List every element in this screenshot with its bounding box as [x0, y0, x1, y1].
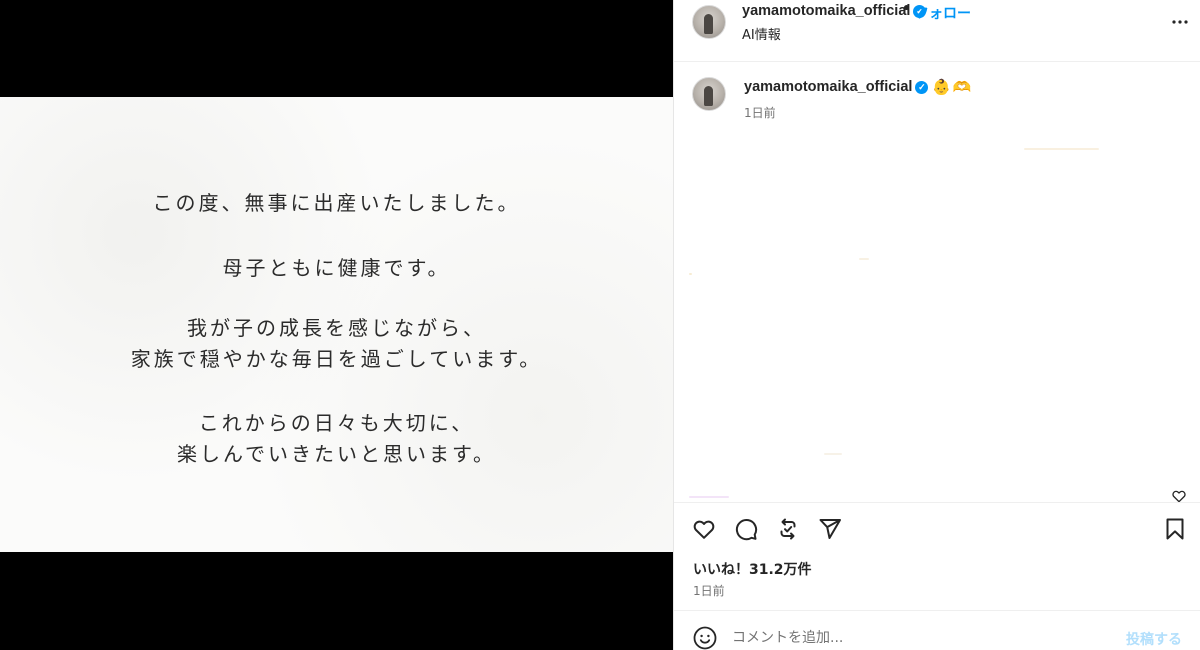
follow-button[interactable]: フォロー	[915, 3, 971, 23]
ai-info-label[interactable]: AI情報	[742, 24, 781, 43]
faint-artifact	[689, 273, 692, 275]
message-line-5: これからの日々も大切に、	[198, 411, 475, 435]
message-line-1: この度、無事に出産いたしました。	[152, 191, 521, 215]
repost-icon[interactable]	[776, 517, 800, 541]
faint-artifact	[1024, 148, 1099, 150]
send-icon[interactable]	[818, 517, 842, 541]
caption-username[interactable]: yamamotomaika_official	[744, 79, 912, 95]
post-side-panel: yamamotomaika_official ✓ • フォロー AI情報 yama…	[673, 0, 1200, 650]
letterbox-top	[0, 0, 673, 97]
post-header: yamamotomaika_official ✓ • フォロー AI情報	[674, 0, 1200, 62]
post-media[interactable]: この度、無事に出産いたしました。 母子ともに健康です。 我が子の成長を感じながら…	[0, 0, 673, 650]
comment-icon[interactable]	[734, 517, 758, 541]
bookmark-icon[interactable]	[1163, 517, 1187, 541]
caption-emojis: 👶🫶	[932, 78, 974, 96]
verified-badge-icon: ✓	[915, 81, 929, 94]
comment-bar: 投稿する	[674, 610, 1200, 650]
comment-input[interactable]	[732, 627, 1112, 649]
more-options-icon[interactable]	[1168, 10, 1192, 34]
message-line-3: 我が子の成長を感じながら、	[187, 316, 486, 340]
caption-username-row[interactable]: yamamotomaika_official ✓	[744, 79, 929, 95]
caption-author-avatar[interactable]	[692, 77, 726, 111]
separator-dot: •	[902, 1, 911, 17]
author-username-row[interactable]: yamamotomaika_official ✓	[742, 3, 927, 19]
comments-area	[674, 140, 1200, 500]
author-username[interactable]: yamamotomaika_official	[742, 3, 910, 19]
post-timestamp[interactable]: 1日前	[693, 582, 725, 599]
heart-icon[interactable]	[692, 517, 716, 541]
post-comment-button[interactable]: 投稿する	[1126, 629, 1182, 649]
smile-icon[interactable]	[693, 626, 717, 650]
announcement-image: この度、無事に出産いたしました。 母子ともに健康です。 我が子の成長を感じながら…	[0, 97, 673, 552]
message-line-2: 母子ともに健康です。	[222, 256, 451, 280]
faint-artifact	[859, 258, 869, 260]
faint-artifact	[689, 496, 729, 498]
faint-artifact	[824, 453, 842, 455]
likes-count[interactable]: いいね！31.2万件	[693, 559, 812, 579]
letterbox-bottom	[0, 552, 673, 650]
message-line-4: 家族で穏やかな毎日を過ごしています。	[130, 347, 543, 371]
message-line-6: 楽しんでいきたいと思います。	[177, 442, 496, 466]
instagram-post-view: この度、無事に出産いたしました。 母子ともに健康です。 我が子の成長を感じながら…	[0, 0, 1200, 650]
caption-timestamp[interactable]: 1日前	[744, 104, 776, 121]
post-actions: いいね！31.2万件 1日前	[674, 502, 1200, 611]
author-avatar[interactable]	[692, 5, 726, 39]
